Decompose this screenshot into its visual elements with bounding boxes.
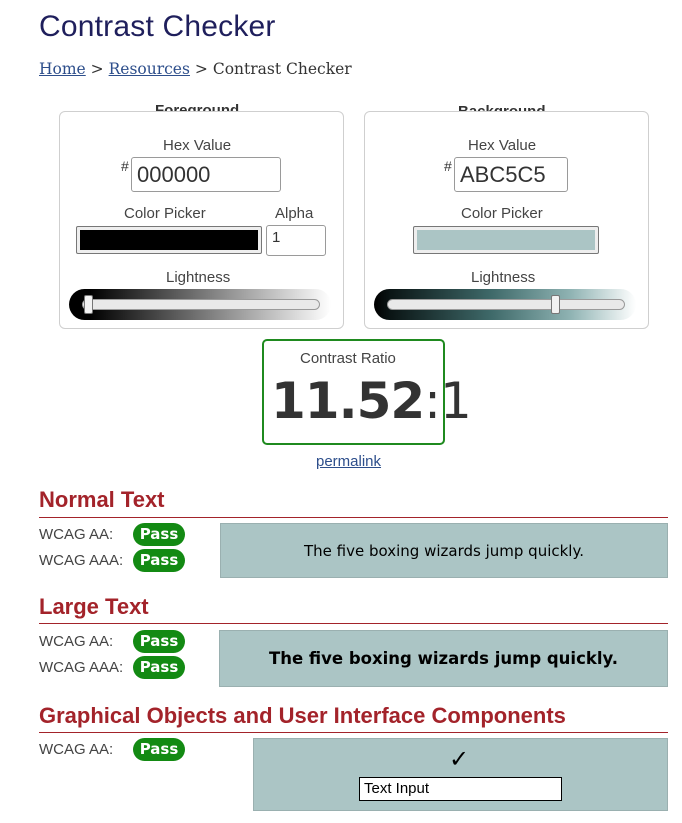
breadcrumb-resources-link[interactable]: Resources <box>109 60 190 78</box>
page-title: Contrast Checker <box>39 10 276 43</box>
foreground-hash: # <box>121 158 129 174</box>
breadcrumb-home-link[interactable]: Home <box>39 60 86 78</box>
background-picker-label: Color Picker <box>461 205 543 222</box>
normal-text-heading: Normal Text <box>39 487 165 512</box>
graphical-aa-pass-badge: Pass <box>133 738 185 761</box>
foreground-lightness-slider[interactable] <box>69 289 331 320</box>
normal-aa-pass-badge: Pass <box>133 523 185 546</box>
sample-text-input[interactable]: Text Input <box>359 777 562 801</box>
background-slider-thumb[interactable] <box>551 295 561 314</box>
contrast-ratio-suffix: :1 <box>424 372 472 430</box>
breadcrumb-separator: > <box>90 60 104 78</box>
foreground-color-picker[interactable] <box>76 226 262 254</box>
normal-aa-label: WCAG AA: <box>39 526 114 543</box>
large-aaa-label: WCAG AAA: <box>39 659 124 676</box>
background-hash: # <box>444 158 452 174</box>
background-slider-track <box>387 299 625 310</box>
foreground-alpha-input[interactable]: 1 <box>266 225 326 256</box>
foreground-slider-track <box>82 299 320 310</box>
graphical-objects-heading: Graphical Objects and User Interface Com… <box>39 703 566 728</box>
contrast-ratio-number: 11.52 <box>271 372 425 430</box>
contrast-ratio-value: 11.52:1 <box>271 372 472 430</box>
section-divider <box>39 623 668 624</box>
section-divider <box>39 517 668 518</box>
background-hex-input[interactable]: ABC5C5 <box>454 157 568 192</box>
checkmark-icon: ✓ <box>449 745 470 773</box>
breadcrumb-current: Contrast Checker <box>212 60 352 78</box>
background-lightness-label: Lightness <box>471 269 536 286</box>
foreground-color-swatch <box>80 230 258 250</box>
contrast-ratio-label: Contrast Ratio <box>300 350 396 367</box>
foreground-hex-input[interactable]: 000000 <box>131 157 281 192</box>
foreground-slider-thumb[interactable] <box>84 295 93 314</box>
permalink-link[interactable]: permalink <box>316 453 381 470</box>
normal-text-preview: The five boxing wizards jump quickly. <box>220 523 668 578</box>
large-aaa-pass-badge: Pass <box>133 656 185 679</box>
foreground-hex-label: Hex Value <box>163 137 232 154</box>
graphical-aa-label: WCAG AA: <box>39 741 114 758</box>
foreground-alpha-label: Alpha <box>275 205 314 222</box>
background-color-swatch <box>417 230 595 250</box>
large-aa-label: WCAG AA: <box>39 633 114 650</box>
foreground-picker-label: Color Picker <box>124 205 206 222</box>
large-text-heading: Large Text <box>39 594 149 619</box>
large-aa-pass-badge: Pass <box>133 630 185 653</box>
normal-aaa-label: WCAG AAA: <box>39 552 124 569</box>
foreground-lightness-label: Lightness <box>166 269 231 286</box>
section-divider <box>39 732 668 733</box>
large-text-preview: The five boxing wizards jump quickly. <box>219 630 668 687</box>
background-lightness-slider[interactable] <box>374 289 636 320</box>
background-hex-label: Hex Value <box>468 137 537 154</box>
background-color-picker[interactable] <box>413 226 599 254</box>
breadcrumb: Home > Resources > Contrast Checker <box>39 60 352 78</box>
normal-aaa-pass-badge: Pass <box>133 549 185 572</box>
breadcrumb-separator: > <box>194 60 208 78</box>
